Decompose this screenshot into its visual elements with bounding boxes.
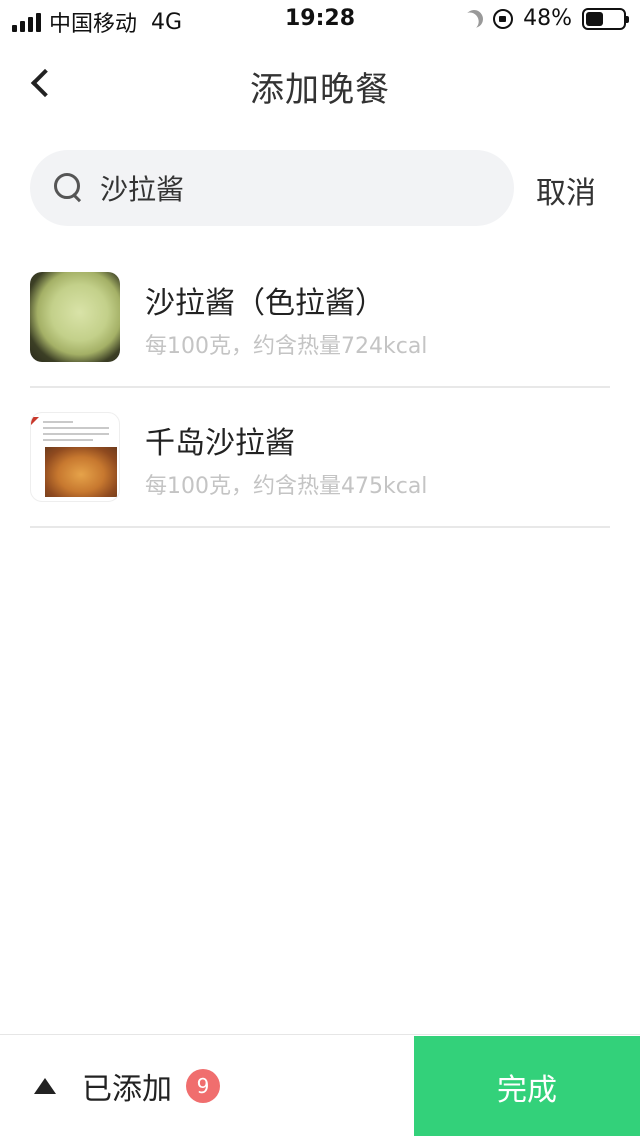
search-results: 沙拉酱（色拉酱） 每100克，约含热量724kcal 千岛沙拉酱 每100克，约… bbox=[30, 248, 610, 528]
added-label: 已添加 bbox=[82, 1072, 172, 1107]
battery-fill bbox=[586, 11, 604, 26]
rotation-lock-icon bbox=[493, 8, 514, 29]
done-button[interactable]: 完成 bbox=[414, 1036, 640, 1136]
do-not-disturb-icon bbox=[462, 6, 487, 31]
food-thumbnail bbox=[30, 272, 120, 362]
added-count-badge: 9 bbox=[186, 1069, 220, 1103]
screen: 中国移动 4G 19:28 48% 添加晚餐 取消 沙拉酱（色拉酱） 每100克… bbox=[0, 0, 640, 1136]
food-calories: 每100克，约含热量475kcal bbox=[145, 474, 428, 499]
food-calories: 每100克，约含热量724kcal bbox=[145, 334, 428, 359]
food-thumbnail bbox=[30, 412, 120, 502]
food-name: 千岛沙拉酱 bbox=[145, 426, 295, 461]
search-icon bbox=[54, 173, 84, 203]
status-bar: 中国移动 4G 19:28 48% bbox=[0, 0, 640, 40]
search-input[interactable] bbox=[100, 171, 480, 205]
cancel-button[interactable]: 取消 bbox=[536, 168, 596, 212]
page-title: 添加晚餐 bbox=[250, 70, 390, 110]
list-item[interactable]: 沙拉酱（色拉酱） 每100克，约含热量724kcal bbox=[30, 248, 610, 388]
added-list-toggle[interactable]: 已添加 9 bbox=[30, 1035, 410, 1136]
list-item[interactable]: 千岛沙拉酱 每100克，约含热量475kcal bbox=[30, 388, 610, 528]
triangle-up-icon bbox=[34, 1078, 56, 1094]
battery-icon bbox=[582, 7, 629, 30]
search-box[interactable] bbox=[30, 150, 514, 226]
status-right: 48% bbox=[462, 6, 629, 31]
bottom-bar: 已添加 9 完成 bbox=[0, 1034, 640, 1136]
nav-bar: 添加晚餐 bbox=[0, 40, 640, 128]
battery-percent: 48% bbox=[523, 6, 572, 31]
food-name: 沙拉酱（色拉酱） bbox=[145, 286, 385, 321]
